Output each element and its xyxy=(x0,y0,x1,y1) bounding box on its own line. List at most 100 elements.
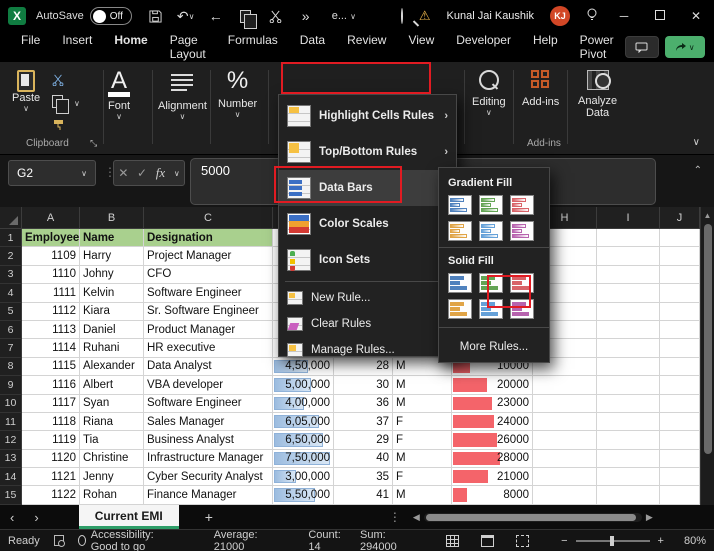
cell-J11[interactable] xyxy=(660,412,700,432)
undo-button[interactable]: ↶ ∨ xyxy=(177,8,195,24)
cell-A10[interactable]: 1117 xyxy=(22,394,80,413)
cell-B2[interactable]: Harry xyxy=(80,247,144,266)
cell-C15[interactable]: Finance Manager xyxy=(144,486,273,505)
cell-A2[interactable]: 1109 xyxy=(22,247,80,266)
cell-B1[interactable]: Name xyxy=(80,229,144,248)
cell-F11[interactable]: F xyxy=(393,412,452,432)
row-header-8[interactable]: 8 xyxy=(0,357,22,377)
cell-J8[interactable] xyxy=(660,357,700,377)
zoom-slider-thumb[interactable] xyxy=(609,535,614,546)
cell-J6[interactable] xyxy=(660,320,700,340)
cell-C4[interactable]: Software Engineer xyxy=(144,284,273,303)
name-box[interactable]: G2 ∨ xyxy=(8,160,96,186)
cell-A11[interactable]: 1118 xyxy=(22,412,80,432)
tab-insert[interactable]: Insert xyxy=(51,27,103,67)
cell-E13[interactable]: 40 xyxy=(334,449,393,469)
cell-A12[interactable]: 1119 xyxy=(22,431,80,450)
column-header-C[interactable]: C xyxy=(144,207,273,228)
lightbulb-icon[interactable] xyxy=(586,8,598,25)
cut-button[interactable] xyxy=(52,74,64,89)
cell-I3[interactable] xyxy=(597,265,660,285)
cell-B14[interactable]: Jenny xyxy=(80,468,144,487)
cell-H12[interactable] xyxy=(533,431,597,450)
horizontal-scroll-thumb[interactable] xyxy=(425,513,636,521)
autosave-toggle[interactable]: Off xyxy=(89,7,132,25)
column-header-A[interactable]: A xyxy=(22,207,80,228)
tab-help[interactable]: Help xyxy=(522,27,569,67)
gradient-fill-green-swatch[interactable] xyxy=(479,195,503,215)
tab-review[interactable]: Review xyxy=(336,27,397,67)
row-header-1[interactable]: 1 xyxy=(0,229,22,248)
cell-B5[interactable]: Kiara xyxy=(80,302,144,321)
qat-overflow-icon[interactable]: » xyxy=(298,8,314,24)
fx-chevron-icon[interactable]: ∨ xyxy=(174,169,180,178)
cell-J3[interactable] xyxy=(660,265,700,285)
cell-F13[interactable]: M xyxy=(393,449,452,469)
cell-B9[interactable]: Albert xyxy=(80,376,144,395)
cell-A9[interactable]: 1116 xyxy=(22,376,80,395)
cell-C9[interactable]: VBA developer xyxy=(144,376,273,395)
cell-A3[interactable]: 1110 xyxy=(22,265,80,285)
cut-icon[interactable] xyxy=(268,8,284,24)
row-header-7[interactable]: 7 xyxy=(0,339,22,358)
scroll-left-icon[interactable]: ◀ xyxy=(413,512,420,523)
gradient-fill-blue-swatch[interactable] xyxy=(448,195,472,215)
cell-D15[interactable]: 5,50,000 xyxy=(273,486,334,505)
cell-A1[interactable]: Employee ID xyxy=(22,229,80,248)
cell-G14[interactable]: 21000 xyxy=(452,468,533,487)
redo-button[interactable]: ← xyxy=(208,8,224,24)
format-painter-button[interactable] xyxy=(52,118,66,134)
minimize-button[interactable]: ─ xyxy=(614,9,634,23)
cell-C8[interactable]: Data Analyst xyxy=(144,357,273,377)
cell-A4[interactable]: 1111 xyxy=(22,284,80,303)
cell-I9[interactable] xyxy=(597,376,660,395)
cell-I14[interactable] xyxy=(597,468,660,487)
paste-button[interactable]: Paste ∨ xyxy=(12,70,40,113)
gradient-fill-red-swatch[interactable] xyxy=(510,195,534,215)
cell-J5[interactable] xyxy=(660,302,700,321)
cell-J12[interactable] xyxy=(660,431,700,450)
row-header-10[interactable]: 10 xyxy=(0,394,22,413)
cell-I15[interactable] xyxy=(597,486,660,505)
cell-J1[interactable] xyxy=(660,229,700,248)
vertical-scroll-thumb[interactable] xyxy=(703,224,712,454)
avatar[interactable]: KJ xyxy=(550,6,570,26)
cell-E10[interactable]: 36 xyxy=(334,394,393,413)
cell-A13[interactable]: 1120 xyxy=(22,449,80,469)
cell-J9[interactable] xyxy=(660,376,700,395)
row-header-6[interactable]: 6 xyxy=(0,320,22,340)
accessibility-status[interactable]: Accessibility: Good to go xyxy=(77,529,174,551)
cell-B3[interactable]: Johny xyxy=(80,265,144,285)
solid-fill-red-swatch[interactable] xyxy=(510,273,534,293)
cell-B11[interactable]: Riana xyxy=(80,412,144,432)
number-group-button[interactable]: % Number ∨ xyxy=(218,68,257,120)
cell-A15[interactable]: 1122 xyxy=(22,486,80,505)
row-header-14[interactable]: 14 xyxy=(0,468,22,487)
solid-fill-green-swatch[interactable] xyxy=(479,273,503,293)
zoom-out-icon[interactable]: − xyxy=(561,535,567,547)
cell-H15[interactable] xyxy=(533,486,597,505)
cell-I5[interactable] xyxy=(597,302,660,321)
cell-H11[interactable] xyxy=(533,412,597,432)
search-icon[interactable] xyxy=(400,8,403,24)
cell-E11[interactable]: 37 xyxy=(334,412,393,432)
tab-formulas[interactable]: Formulas xyxy=(217,27,289,67)
splitter-handle-icon[interactable]: ⋮ xyxy=(389,510,401,524)
cell-C14[interactable]: Cyber Security Analyst xyxy=(144,468,273,487)
document-name[interactable]: e... ∨ xyxy=(332,10,356,22)
cell-G12[interactable]: 26000 xyxy=(452,431,533,450)
cell-B6[interactable]: Daniel xyxy=(80,320,144,340)
cell-I6[interactable] xyxy=(597,320,660,340)
row-header-3[interactable]: 3 xyxy=(0,265,22,285)
cell-D11[interactable]: 6,05,000 xyxy=(273,412,334,432)
cell-B13[interactable]: Christine xyxy=(80,449,144,469)
cell-G9[interactable]: 20000 xyxy=(452,376,533,395)
column-header-J[interactable]: J xyxy=(660,207,700,228)
page-break-view-icon[interactable] xyxy=(516,534,530,547)
tab-page-layout[interactable]: Page Layout xyxy=(159,27,217,67)
row-header-15[interactable]: 15 xyxy=(0,486,22,505)
cell-B15[interactable]: Rohan xyxy=(80,486,144,505)
addins-button[interactable]: Add-ins xyxy=(522,70,559,108)
cell-C2[interactable]: Project Manager xyxy=(144,247,273,266)
page-layout-view-icon[interactable] xyxy=(481,534,495,547)
